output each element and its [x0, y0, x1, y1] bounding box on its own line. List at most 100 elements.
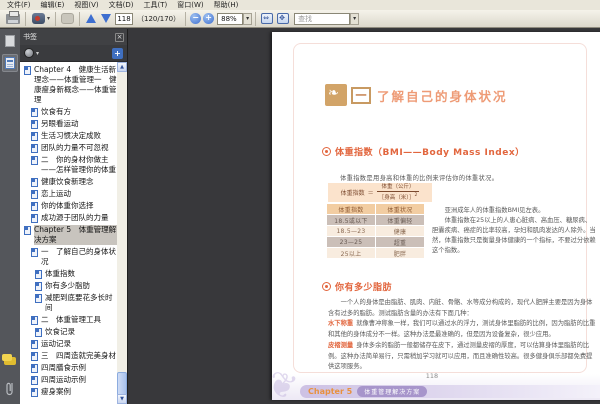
- paragraph-lead: 水下称重: [328, 320, 354, 328]
- fat-section-title: 你有多少脂肪: [335, 283, 393, 293]
- bookmark-item[interactable]: 饮食有方: [20, 107, 117, 117]
- bookmark-label: 三 四周造就完美身材: [41, 351, 116, 360]
- bookmarks-panel-header: 书签 ×: [20, 29, 127, 45]
- chapter-footer-bar: Chapter 5 体重管理解决方案: [300, 385, 600, 398]
- bookmark-page-icon: [31, 108, 38, 117]
- bookmark-label: 你的体重你选择: [41, 201, 94, 210]
- zoom-out-button[interactable]: −: [190, 13, 202, 24]
- bookmark-item[interactable]: 饮食记录: [20, 327, 117, 337]
- comments-icon: [2, 354, 16, 365]
- zoom-level-combo[interactable]: 88%: [217, 12, 244, 25]
- bookmark-item[interactable]: 另眼看运动: [20, 119, 117, 129]
- fit-width-button[interactable]: [261, 13, 274, 24]
- bmi-section-title: 体重指数（BMI——Body Mass Index）: [335, 148, 525, 158]
- bookmark-page-icon: [35, 282, 42, 291]
- paragraph: 水下称重 就像曹冲称象一样，我们可以通过水的浮力，测试身体里脂肪的比例，因为脂肪的…: [328, 320, 596, 339]
- menu-bar: 文件(F) 编辑(E) 视图(V) 文档(D) 工具(T) 窗口(W) 帮助(H): [0, 0, 600, 10]
- bookmark-item[interactable]: 生活习惯决定成败: [20, 131, 117, 141]
- menu-item[interactable]: 编辑(E): [37, 0, 69, 10]
- bookmark-item[interactable]: 三 四周造就完美身材: [20, 351, 117, 361]
- bookmark-item[interactable]: 团队的力量不可忽视: [20, 143, 117, 153]
- fit-page-button[interactable]: [277, 13, 290, 24]
- bookmark-page-icon: [24, 226, 31, 235]
- close-icon[interactable]: ×: [115, 32, 124, 42]
- table-cell: 23—25: [327, 237, 375, 247]
- find-dropdown-arrow[interactable]: ▾: [350, 12, 360, 25]
- formula-denominator: ［身高（米）］2: [376, 190, 420, 201]
- bookmark-label: 四周运动示例: [41, 375, 86, 384]
- pdf-reader-window: 文件(F)编辑(E)视图(V)文档(D)工具(T)窗口(W)帮助(H) ▾ （1…: [0, 0, 600, 404]
- bookmark-item[interactable]: 一 了解自己的身体状况: [20, 247, 117, 267]
- page-number-input[interactable]: [115, 12, 134, 25]
- printer-icon: [6, 10, 20, 24]
- toolbar-separator: [255, 11, 257, 26]
- bookmark-page-icon: [31, 340, 38, 349]
- bookmark-item[interactable]: 二 你的身材你做主——怎样管理你的体重: [20, 155, 117, 175]
- new-bookmark-button[interactable]: +: [112, 47, 123, 59]
- table-cell: 18.5或以下: [327, 215, 375, 225]
- bookmarks-panel: 书签 × ▾ + Chapter 4 健康生活新理念——体重管理一 健康瘦身新概…: [20, 29, 128, 404]
- bookmark-item[interactable]: 二 体重管理工具: [20, 315, 117, 325]
- bookmark-label: 二 体重管理工具: [41, 315, 101, 324]
- scroll-down-button[interactable]: ▼: [117, 394, 127, 404]
- paragraph: 一个人的身体是由脂肪、肌肉、内脏、骨骼、水等成分构成的，现代人肥胖主要是因为身体…: [328, 299, 593, 317]
- bmi-table: 体重指数 体重状况 18.5或以下 体重偏轻 18.5—23 健康 23—25 超重 25以上肥…: [327, 204, 424, 258]
- bookmark-item[interactable]: 运动记录: [20, 339, 117, 349]
- bookmark-item[interactable]: 四周膳食示例: [20, 363, 117, 373]
- bookmarks-scrollbar[interactable]: ▲ ▼: [117, 62, 127, 404]
- bookmark-item[interactable]: 体重指数: [20, 269, 117, 279]
- bookmark-item[interactable]: 你有多少脂肪: [20, 281, 117, 291]
- bookmark-page-icon: [31, 388, 38, 397]
- bookmark-label: 饮食有方: [41, 107, 71, 116]
- bookmark-label: 另眼看运动: [41, 119, 79, 128]
- bookmarks-panel-title: 书签: [23, 33, 37, 41]
- bookmark-page-icon: [31, 202, 38, 211]
- bookmark-label: 饮食记录: [45, 327, 75, 336]
- bookmark-item[interactable]: 成功源于团队的力量: [20, 213, 117, 223]
- print-button[interactable]: [4, 10, 22, 27]
- menu-item[interactable]: 帮助(H): [210, 0, 243, 10]
- zoom-combo-arrow[interactable]: ▾: [243, 12, 253, 25]
- fat-paragraphs: 一个人的身体是由脂肪、肌肉、内脏、骨骼、水等成分构成的，现代人肥胖主要是因为身体…: [328, 298, 598, 373]
- menu-item[interactable]: 视图(V): [70, 0, 102, 10]
- bookmark-item[interactable]: 健康饮食新理念: [20, 177, 117, 187]
- bookmark-item[interactable]: 四周运动示例: [20, 375, 117, 385]
- bookmark-item[interactable]: 瘦身案例: [20, 387, 117, 397]
- bookmark-item[interactable]: Chapter 4 健康生活新理念——体重管理一 健康瘦身新概念——体重管理: [20, 65, 117, 105]
- comments-panel-button[interactable]: [2, 352, 18, 370]
- bookmark-item[interactable]: 减肥到底要花多长时间: [20, 293, 117, 313]
- bookmark-item[interactable]: 你的体重你选择: [20, 201, 117, 211]
- bookmark-label: 团队的力量不可忽视: [41, 143, 109, 152]
- email-button[interactable]: ▾: [29, 11, 52, 27]
- fat-section-heading: 你有多少脂肪: [322, 280, 392, 293]
- previous-page-button[interactable]: [84, 12, 97, 25]
- zoom-in-button[interactable]: +: [203, 13, 215, 24]
- options-icon[interactable]: [24, 48, 34, 58]
- formula-fraction: 体重（公斤） ［身高（米）］2: [376, 184, 420, 202]
- bookmark-item[interactable]: 恋上运动: [20, 189, 117, 199]
- bookmark-page-icon: [31, 376, 38, 385]
- chevron-down-icon: ▾: [36, 49, 40, 57]
- bookmark-item[interactable]: Chapter 5 体重管理解决方案: [20, 225, 117, 245]
- bullet-circle-icon: [322, 147, 331, 156]
- section-header: 一 了解自己的身体状况: [325, 84, 508, 106]
- menu-item[interactable]: 工具(T): [140, 0, 172, 10]
- menu-item[interactable]: 文档(D): [105, 0, 138, 10]
- bookmarks-panel-button[interactable]: [2, 54, 18, 72]
- bookmark-page-icon: [35, 328, 42, 337]
- paragraph: 皮褶测量 身体多余的脂肪一般都储存在皮下，通过测量皮褶的厚度，可以估算身体里脂肪的…: [328, 341, 593, 371]
- attachments-panel-button[interactable]: [2, 380, 18, 398]
- chapter-badge-icon: [325, 84, 347, 106]
- pages-panel-button[interactable]: [2, 32, 20, 50]
- find-input[interactable]: 查找: [294, 12, 351, 25]
- chapter-label: 体重管理解决方案: [357, 386, 428, 397]
- next-page-button[interactable]: [99, 12, 112, 25]
- bookmark-page-icon: [24, 66, 31, 75]
- bmi-intro-text: 体重指数是用身高和体重的比例来评估你的体重状况。: [340, 175, 499, 182]
- menu-item[interactable]: 文件(F): [3, 0, 35, 10]
- bookmark-label: 生活习惯决定成败: [41, 131, 101, 140]
- scroll-up-button[interactable]: ▲: [117, 62, 127, 72]
- bullet-circle-icon: [322, 282, 331, 291]
- table-cell: 超重: [376, 237, 424, 247]
- menu-item[interactable]: 窗口(W): [173, 0, 207, 10]
